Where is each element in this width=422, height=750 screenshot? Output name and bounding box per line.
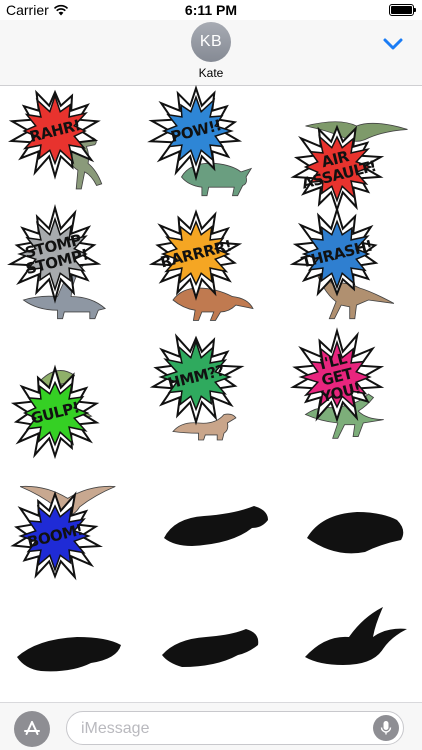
sticker-8[interactable]: HMM?? [141,332,282,456]
app-store-button[interactable] [14,711,50,747]
sticker-15[interactable] [281,579,422,702]
sticker-art: HMM?? [149,332,245,440]
sticker-11[interactable] [141,456,282,579]
sticker-art [161,628,259,667]
sticker-5[interactable]: RARRRR! [141,208,282,333]
sticker-art [17,636,122,671]
sticker-art: AIRASSAULT! [290,120,408,213]
sticker-art: STOMPSTOMP! [7,203,107,319]
contact-avatar[interactable]: KB [191,22,231,62]
sticker-10[interactable]: BOOM! [0,456,141,580]
contact-name[interactable]: Kate [0,66,422,80]
sticker-art: RAHR! [8,89,103,189]
sticker-art [304,606,407,665]
sticker-art [163,505,268,546]
conversation-header: KB Kate [0,20,422,86]
microphone-icon [380,721,392,735]
battery-icon [389,4,416,16]
message-field[interactable]: iMessage [66,711,404,745]
sticker-art: POW!! [147,84,253,196]
microphone-button[interactable] [373,715,399,741]
sticker-13[interactable] [0,579,141,702]
sticker-1[interactable]: RAHR! [0,87,141,210]
battery-fill [391,6,412,14]
sticker-art: RARRRR! [148,208,254,321]
dinosaur-illustration [172,413,237,440]
sticker-art: GULP! [11,363,101,459]
skull-illustration [17,636,122,671]
sticker-9[interactable]: I'LL GET YOU! [281,326,422,456]
sticker-grid: RAHR! POW!! AIR ASSAULT! STOMP STOMP! RARRRR! T… [0,84,422,702]
skull-illustration [163,505,268,546]
skull-illustration [304,606,407,665]
status-bar: Carrier 6:11 PM [0,0,422,20]
sticker-7[interactable]: GULP! [0,333,141,459]
sticker-3[interactable]: AIR ASSAULT! [281,87,422,213]
sticker-art: I'LLGETYOU! [289,326,384,439]
sticker-art [306,511,403,553]
sticker-art: BOOM! [10,485,116,580]
sticker-art: THRASH! [289,205,394,319]
sticker-6[interactable]: THRASH! [281,205,422,333]
skull-illustration [161,628,259,667]
status-time: 6:11 PM [184,2,238,18]
dinosaur-illustration [180,162,253,196]
sticker-4[interactable]: STOMP STOMP! [0,203,141,333]
sticker-14[interactable] [141,579,282,702]
chevron-down-icon[interactable] [382,36,404,52]
app-store-icon [24,721,40,735]
sticker-2[interactable]: POW!! [141,84,282,210]
message-placeholder: iMessage [81,720,150,737]
sticker-12[interactable] [281,456,422,579]
dinosaur-illustration [172,287,254,321]
skull-illustration [306,511,403,553]
message-input-bar: iMessage [0,702,422,750]
